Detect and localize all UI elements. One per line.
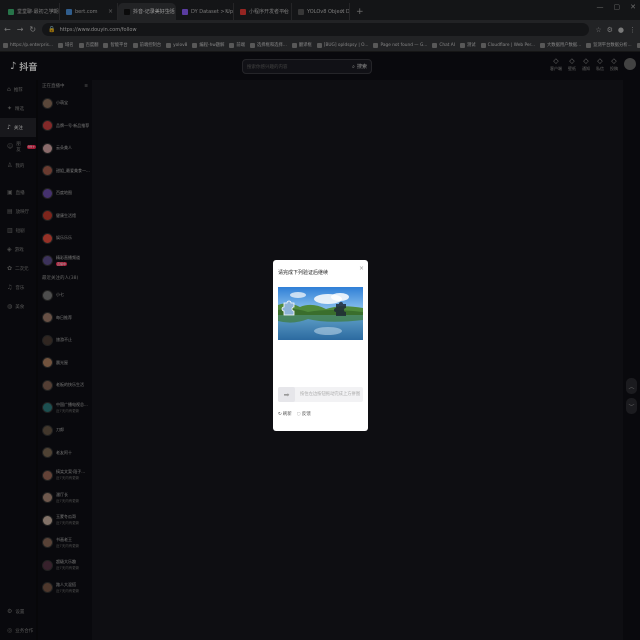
refresh-label: 刷新 <box>282 412 292 417</box>
refresh-button[interactable]: ↻ 刷新 <box>278 411 292 418</box>
captcha-slider[interactable]: ➡ 按住左边按钮拖动完成上方拼图 <box>278 387 363 402</box>
puzzle-piece-icon <box>281 300 295 316</box>
refresh-icon: ↻ <box>278 411 282 417</box>
slider-hint: 按住左边按钮拖动完成上方拼图 <box>300 392 361 397</box>
captcha-title: 请完成下列验证后继续 <box>278 270 329 276</box>
feedback-button[interactable]: ◌ 反馈 <box>296 411 311 418</box>
slider-handle[interactable]: ➡ <box>278 387 295 402</box>
feedback-icon: ◌ <box>296 411 301 417</box>
captcha-puzzle-image <box>278 287 363 340</box>
close-icon[interactable]: × <box>359 265 364 272</box>
feedback-label: 反馈 <box>301 412 311 417</box>
captcha-footer: ↻ 刷新 ◌ 反馈 <box>278 411 311 418</box>
captcha-dialog: 请完成下列验证后继续 × ➡ 按住左边按钮拖动完成上方拼图 ↻ 刷新 ◌ 反馈 <box>273 260 368 431</box>
